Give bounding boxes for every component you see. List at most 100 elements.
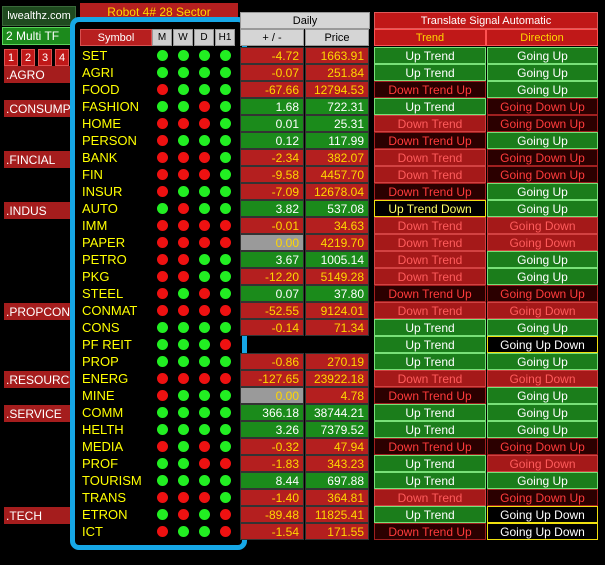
row-price: 537.08 <box>305 200 369 217</box>
row-symbol[interactable]: TRANS <box>82 489 152 506</box>
sector-label-consump[interactable]: .CONSUMP <box>4 100 70 117</box>
row-symbol[interactable]: SET <box>82 47 152 64</box>
sector-label-fincial[interactable]: .FINCIAL <box>4 151 70 168</box>
row-direction: Going Down Up <box>487 98 598 115</box>
signal-dot <box>178 339 189 350</box>
signal-dot <box>220 237 231 248</box>
tf-button-4[interactable]: 4 <box>55 49 69 66</box>
signal-dot <box>199 118 210 129</box>
row-symbol[interactable]: MEDIA <box>82 438 152 455</box>
row-change: -2.34 <box>240 149 304 166</box>
row-change: -0.14 <box>240 319 304 336</box>
signal-dot <box>199 424 210 435</box>
row-symbol[interactable]: FOOD <box>82 81 152 98</box>
signal-dot <box>220 407 231 418</box>
row-symbol[interactable]: ICT <box>82 523 152 540</box>
signal-dot <box>178 135 189 146</box>
row-price: 7379.52 <box>305 421 369 438</box>
tf-button-3[interactable]: 3 <box>38 49 52 66</box>
signal-dot <box>178 271 189 282</box>
signal-dot <box>199 305 210 316</box>
signal-dot <box>220 271 231 282</box>
signal-dot <box>220 101 231 112</box>
row-symbol[interactable]: STEEL <box>82 285 152 302</box>
signal-dot <box>157 203 168 214</box>
signal-dot <box>157 118 168 129</box>
row-symbol[interactable]: PROF <box>82 455 152 472</box>
row-symbol[interactable]: PETRO <box>82 251 152 268</box>
row-price: 382.07 <box>305 149 369 166</box>
row-price: 23922.18 <box>305 370 369 387</box>
row-change: -0.86 <box>240 353 304 370</box>
sector-label-tech[interactable]: .TECH <box>4 507 70 524</box>
signal-dot <box>199 390 210 401</box>
sector-label-resourc[interactable]: .RESOURC <box>4 371 70 388</box>
row-symbol[interactable]: PERSON <box>82 132 152 149</box>
row-trend: Down Trend <box>374 251 486 268</box>
sector-label-agro[interactable]: .AGRO <box>4 66 70 83</box>
row-symbol[interactable]: COMM <box>82 404 152 421</box>
row-symbol[interactable]: IMM <box>82 217 152 234</box>
row-trend: Down Trend Up <box>374 183 486 200</box>
row-symbol[interactable]: PF REIT <box>82 336 152 353</box>
row-symbol[interactable]: AUTO <box>82 200 152 217</box>
row-symbol[interactable]: TOURISM <box>82 472 152 489</box>
row-trend: Down Trend <box>374 234 486 251</box>
signal-dot <box>220 152 231 163</box>
signal-dot <box>199 526 210 537</box>
signal-dot <box>178 441 189 452</box>
m-header: M <box>152 29 172 46</box>
sector-label-service[interactable]: .SERVICE <box>4 405 70 422</box>
signal-dot <box>220 135 231 146</box>
row-symbol[interactable]: AGRI <box>82 64 152 81</box>
row-change: 0.01 <box>240 115 304 132</box>
row-trend: Down Trend Up <box>374 285 486 302</box>
row-trend: Up Trend <box>374 506 486 523</box>
row-symbol[interactable]: HOME <box>82 115 152 132</box>
row-change: -67.66 <box>240 81 304 98</box>
row-symbol[interactable]: CONS <box>82 319 152 336</box>
row-symbol[interactable]: PKG <box>82 268 152 285</box>
signal-dot <box>157 84 168 95</box>
row-direction: Going Up <box>487 183 598 200</box>
row-direction: Going Up <box>487 200 598 217</box>
row-symbol[interactable]: ENERG <box>82 370 152 387</box>
row-change: 8.44 <box>240 472 304 489</box>
signal-dot <box>178 254 189 265</box>
sector-label-propcon[interactable]: .PROPCON <box>4 303 70 320</box>
row-price: 171.55 <box>305 523 369 540</box>
signal-dot <box>199 169 210 180</box>
signal-dot <box>199 50 210 61</box>
sector-label-indus[interactable]: .INDUS <box>4 202 70 219</box>
row-direction: Going Up <box>487 251 598 268</box>
row-trend: Down Trend <box>374 149 486 166</box>
row-symbol[interactable]: BANK <box>82 149 152 166</box>
row-price: 4.78 <box>305 387 369 404</box>
tf-button-1[interactable]: 1 <box>4 49 18 66</box>
row-symbol[interactable]: HELTH <box>82 421 152 438</box>
row-symbol[interactable]: PROP <box>82 353 152 370</box>
signal-dot <box>199 509 210 520</box>
signal-dot <box>199 220 210 231</box>
tf-button-2[interactable]: 2 <box>21 49 35 66</box>
row-symbol[interactable]: CONMAT <box>82 302 152 319</box>
row-price: 47.94 <box>305 438 369 455</box>
row-symbol[interactable]: MINE <box>82 387 152 404</box>
signal-dot <box>220 373 231 384</box>
row-symbol[interactable]: INSUR <box>82 183 152 200</box>
row-trend: Down Trend <box>374 302 486 319</box>
signal-dot <box>178 288 189 299</box>
timeframe-selector[interactable]: 2 Multi TF <box>2 27 76 45</box>
signal-dot <box>199 152 210 163</box>
row-symbol[interactable]: PAPER <box>82 234 152 251</box>
symbol-header: Symbol <box>80 29 152 46</box>
row-symbol[interactable]: FASHION <box>82 98 152 115</box>
signal-dot <box>178 458 189 469</box>
signal-dot <box>157 441 168 452</box>
row-symbol[interactable]: ETRON <box>82 506 152 523</box>
signal-dot <box>220 288 231 299</box>
signal-dot <box>220 492 231 503</box>
row-symbol[interactable]: FIN <box>82 166 152 183</box>
row-trend: Up Trend <box>374 353 486 370</box>
signal-dot <box>220 118 231 129</box>
